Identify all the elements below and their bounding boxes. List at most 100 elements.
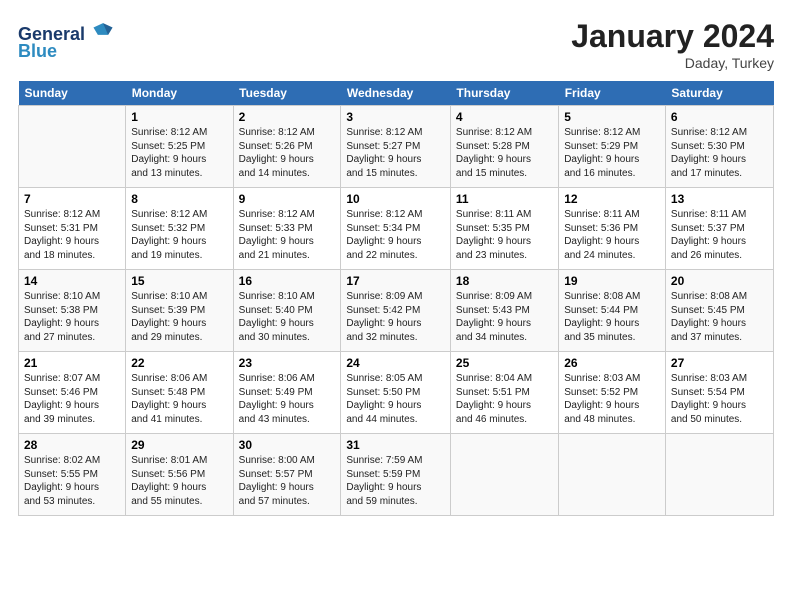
calendar-cell bbox=[665, 434, 773, 516]
calendar-cell bbox=[19, 106, 126, 188]
day-number: 2 bbox=[239, 110, 336, 124]
day-number: 1 bbox=[131, 110, 227, 124]
day-info: Sunrise: 8:12 AMSunset: 5:33 PMDaylight:… bbox=[239, 208, 336, 262]
day-info: Sunrise: 8:08 AMSunset: 5:44 PMDaylight:… bbox=[564, 290, 660, 344]
day-number: 11 bbox=[456, 192, 553, 206]
day-number: 26 bbox=[564, 356, 660, 370]
calendar-cell: 9 Sunrise: 8:12 AMSunset: 5:33 PMDaylight… bbox=[233, 188, 341, 270]
day-number: 14 bbox=[24, 274, 120, 288]
day-number: 28 bbox=[24, 438, 120, 452]
day-info: Sunrise: 8:10 AMSunset: 5:40 PMDaylight:… bbox=[239, 290, 336, 344]
day-number: 4 bbox=[456, 110, 553, 124]
logo: General Blue bbox=[18, 18, 114, 62]
day-info: Sunrise: 8:10 AMSunset: 5:39 PMDaylight:… bbox=[131, 290, 227, 344]
day-number: 9 bbox=[239, 192, 336, 206]
calendar-cell: 11 Sunrise: 8:11 AMSunset: 5:35 PMDayligh… bbox=[450, 188, 558, 270]
day-info: Sunrise: 8:12 AMSunset: 5:27 PMDaylight:… bbox=[346, 126, 445, 180]
calendar-cell: 26 Sunrise: 8:03 AMSunset: 5:52 PMDayligh… bbox=[559, 352, 666, 434]
day-number: 8 bbox=[131, 192, 227, 206]
calendar-cell: 19 Sunrise: 8:08 AMSunset: 5:44 PMDayligh… bbox=[559, 270, 666, 352]
day-number: 24 bbox=[346, 356, 445, 370]
day-info: Sunrise: 8:12 AMSunset: 5:31 PMDaylight:… bbox=[24, 208, 120, 262]
day-info: Sunrise: 8:09 AMSunset: 5:42 PMDaylight:… bbox=[346, 290, 445, 344]
calendar-cell: 23 Sunrise: 8:06 AMSunset: 5:49 PMDayligh… bbox=[233, 352, 341, 434]
calendar-row-1: 1 Sunrise: 8:12 AMSunset: 5:25 PMDaylight… bbox=[19, 106, 774, 188]
day-info: Sunrise: 8:03 AMSunset: 5:54 PMDaylight:… bbox=[671, 372, 768, 426]
logo-icon bbox=[92, 18, 114, 40]
calendar-cell: 7 Sunrise: 8:12 AMSunset: 5:31 PMDaylight… bbox=[19, 188, 126, 270]
header-thursday: Thursday bbox=[450, 81, 558, 106]
day-number: 23 bbox=[239, 356, 336, 370]
day-number: 13 bbox=[671, 192, 768, 206]
day-number: 3 bbox=[346, 110, 445, 124]
calendar-cell: 16 Sunrise: 8:10 AMSunset: 5:40 PMDayligh… bbox=[233, 270, 341, 352]
day-info: Sunrise: 8:12 AMSunset: 5:26 PMDaylight:… bbox=[239, 126, 336, 180]
day-info: Sunrise: 8:05 AMSunset: 5:50 PMDaylight:… bbox=[346, 372, 445, 426]
calendar-row-2: 7 Sunrise: 8:12 AMSunset: 5:31 PMDaylight… bbox=[19, 188, 774, 270]
day-number: 10 bbox=[346, 192, 445, 206]
day-number: 29 bbox=[131, 438, 227, 452]
calendar-cell: 14 Sunrise: 8:10 AMSunset: 5:38 PMDayligh… bbox=[19, 270, 126, 352]
weekday-header-row: Sunday Monday Tuesday Wednesday Thursday… bbox=[19, 81, 774, 106]
day-number: 17 bbox=[346, 274, 445, 288]
day-info: Sunrise: 8:02 AMSunset: 5:55 PMDaylight:… bbox=[24, 454, 120, 508]
page-container: General Blue January 2024 Daday, Turkey … bbox=[0, 0, 792, 526]
day-info: Sunrise: 8:12 AMSunset: 5:29 PMDaylight:… bbox=[564, 126, 660, 180]
header-saturday: Saturday bbox=[665, 81, 773, 106]
calendar-cell: 17 Sunrise: 8:09 AMSunset: 5:42 PMDayligh… bbox=[341, 270, 451, 352]
month-title: January 2024 bbox=[571, 18, 774, 55]
calendar-cell: 18Sunrise: 8:09 AMSunset: 5:43 PMDayligh… bbox=[450, 270, 558, 352]
day-info: Sunrise: 8:07 AMSunset: 5:46 PMDaylight:… bbox=[24, 372, 120, 426]
header-sunday: Sunday bbox=[19, 81, 126, 106]
day-info: Sunrise: 8:06 AMSunset: 5:49 PMDaylight:… bbox=[239, 372, 336, 426]
calendar-cell: 27 Sunrise: 8:03 AMSunset: 5:54 PMDayligh… bbox=[665, 352, 773, 434]
day-info: Sunrise: 8:09 AMSunset: 5:43 PMDaylight:… bbox=[456, 290, 553, 344]
calendar-cell: 3 Sunrise: 8:12 AMSunset: 5:27 PMDaylight… bbox=[341, 106, 451, 188]
day-info: Sunrise: 8:01 AMSunset: 5:56 PMDaylight:… bbox=[131, 454, 227, 508]
calendar-cell: 5Sunrise: 8:12 AMSunset: 5:29 PMDaylight… bbox=[559, 106, 666, 188]
header-monday: Monday bbox=[126, 81, 233, 106]
calendar-cell: 24 Sunrise: 8:05 AMSunset: 5:50 PMDayligh… bbox=[341, 352, 451, 434]
day-number: 6 bbox=[671, 110, 768, 124]
calendar-cell: 30 Sunrise: 8:00 AMSunset: 5:57 PMDayligh… bbox=[233, 434, 341, 516]
calendar-cell: 6 Sunrise: 8:12 AMSunset: 5:30 PMDaylight… bbox=[665, 106, 773, 188]
day-number: 27 bbox=[671, 356, 768, 370]
calendar-row-4: 21 Sunrise: 8:07 AMSunset: 5:46 PMDayligh… bbox=[19, 352, 774, 434]
calendar-cell: 13Sunrise: 8:11 AMSunset: 5:37 PMDayligh… bbox=[665, 188, 773, 270]
calendar-cell: 29 Sunrise: 8:01 AMSunset: 5:56 PMDayligh… bbox=[126, 434, 233, 516]
day-number: 20 bbox=[671, 274, 768, 288]
day-number: 16 bbox=[239, 274, 336, 288]
calendar-cell: 10 Sunrise: 8:12 AMSunset: 5:34 PMDayligh… bbox=[341, 188, 451, 270]
calendar-cell bbox=[559, 434, 666, 516]
day-number: 31 bbox=[346, 438, 445, 452]
day-number: 15 bbox=[131, 274, 227, 288]
day-info: Sunrise: 8:10 AMSunset: 5:38 PMDaylight:… bbox=[24, 290, 120, 344]
calendar-cell: 4 Sunrise: 8:12 AMSunset: 5:28 PMDaylight… bbox=[450, 106, 558, 188]
day-number: 19 bbox=[564, 274, 660, 288]
day-info: Sunrise: 8:12 AMSunset: 5:30 PMDaylight:… bbox=[671, 126, 768, 180]
day-number: 21 bbox=[24, 356, 120, 370]
calendar-cell: 8Sunrise: 8:12 AMSunset: 5:32 PMDaylight… bbox=[126, 188, 233, 270]
header-wednesday: Wednesday bbox=[341, 81, 451, 106]
day-number: 12 bbox=[564, 192, 660, 206]
calendar-cell: 28 Sunrise: 8:02 AMSunset: 5:55 PMDayligh… bbox=[19, 434, 126, 516]
calendar-table: Sunday Monday Tuesday Wednesday Thursday… bbox=[18, 81, 774, 516]
day-number: 22 bbox=[131, 356, 227, 370]
calendar-cell: 21 Sunrise: 8:07 AMSunset: 5:46 PMDayligh… bbox=[19, 352, 126, 434]
day-number: 30 bbox=[239, 438, 336, 452]
calendar-cell: 22 Sunrise: 8:06 AMSunset: 5:48 PMDayligh… bbox=[126, 352, 233, 434]
day-info: Sunrise: 8:12 AMSunset: 5:25 PMDaylight:… bbox=[131, 126, 227, 180]
header-friday: Friday bbox=[559, 81, 666, 106]
calendar-cell: 12Sunrise: 8:11 AMSunset: 5:36 PMDayligh… bbox=[559, 188, 666, 270]
calendar-row-5: 28 Sunrise: 8:02 AMSunset: 5:55 PMDayligh… bbox=[19, 434, 774, 516]
day-info: Sunrise: 8:12 AMSunset: 5:34 PMDaylight:… bbox=[346, 208, 445, 262]
day-info: Sunrise: 8:12 AMSunset: 5:28 PMDaylight:… bbox=[456, 126, 553, 180]
day-info: Sunrise: 8:03 AMSunset: 5:52 PMDaylight:… bbox=[564, 372, 660, 426]
day-info: Sunrise: 8:11 AMSunset: 5:35 PMDaylight:… bbox=[456, 208, 553, 262]
day-info: Sunrise: 8:06 AMSunset: 5:48 PMDaylight:… bbox=[131, 372, 227, 426]
location-subtitle: Daday, Turkey bbox=[571, 55, 774, 71]
day-info: Sunrise: 8:00 AMSunset: 5:57 PMDaylight:… bbox=[239, 454, 336, 508]
calendar-cell bbox=[450, 434, 558, 516]
day-number: 7 bbox=[24, 192, 120, 206]
calendar-cell: 1 Sunrise: 8:12 AMSunset: 5:25 PMDaylight… bbox=[126, 106, 233, 188]
